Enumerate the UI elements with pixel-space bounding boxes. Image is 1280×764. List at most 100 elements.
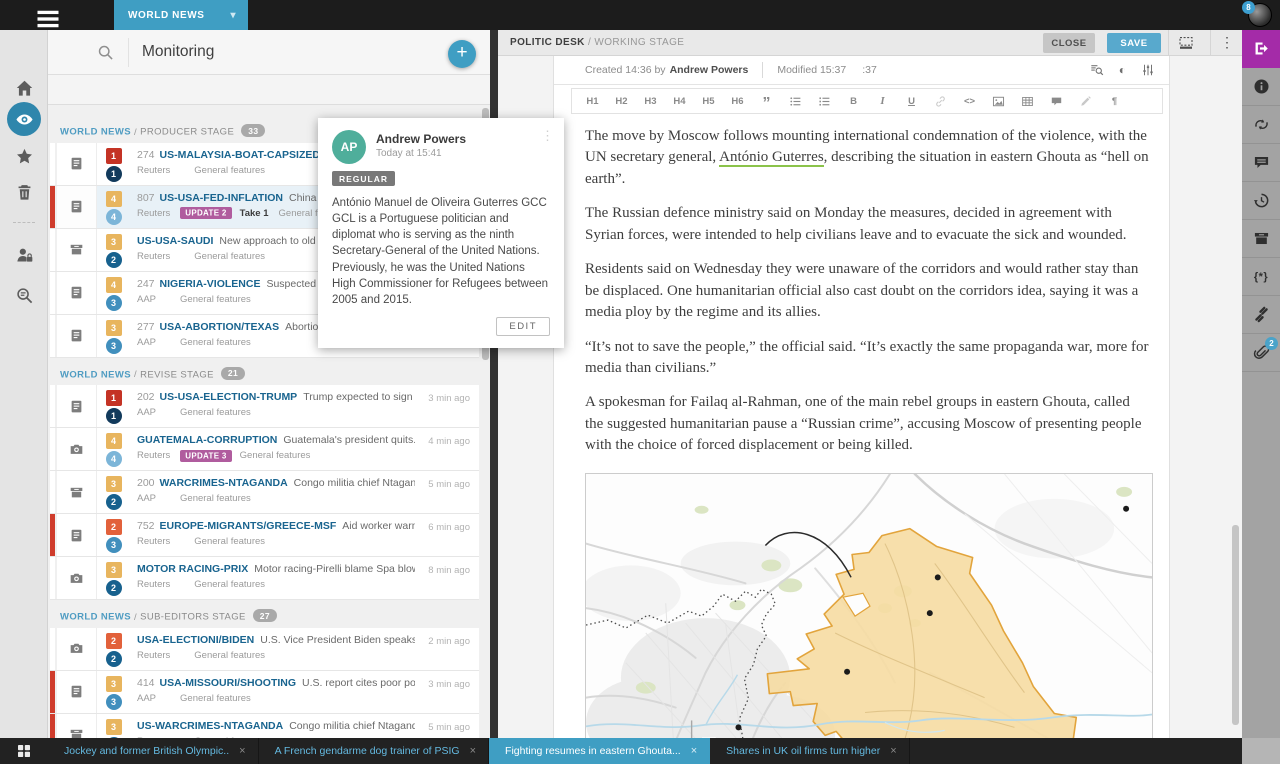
group-separator: / bbox=[134, 127, 137, 138]
monitoring-item[interactable]: 33414USA-MISSOURI/SHOOTINGU.S. report ci… bbox=[50, 671, 479, 714]
add-content-button[interactable]: + bbox=[448, 40, 476, 68]
right-rail-footer bbox=[1242, 738, 1280, 764]
sidebar-item-personal-space[interactable] bbox=[0, 238, 48, 272]
item-number: 274 bbox=[137, 149, 155, 161]
send-to-button[interactable] bbox=[1242, 30, 1280, 68]
open-article-tab[interactable]: A French gendarme dog trainer of PSIG × bbox=[259, 738, 489, 764]
item-time: 3 min ago bbox=[428, 679, 470, 690]
tab-label: A French gendarme dog trainer of PSIG bbox=[275, 745, 460, 757]
close-icon[interactable]: × bbox=[470, 745, 476, 757]
sidebar-item-spike[interactable] bbox=[0, 175, 48, 209]
monitoring-item[interactable]: 23752EUROPE-MIGRANTS/GREECE-MSFAid worke… bbox=[50, 514, 479, 557]
toolbar-ordered-list-icon-button[interactable] bbox=[810, 89, 839, 113]
monitoring-item[interactable]: 22USA-ELECTIONI/BIDENU.S. Vice President… bbox=[50, 628, 479, 671]
workspace-selector[interactable]: WORLD NEWS ▾ bbox=[114, 0, 248, 30]
toolbar-italic-button[interactable]: I bbox=[868, 89, 897, 113]
monitoring-item[interactable]: 44GUATEMALA-CORRUPTIONGuatemala's presid… bbox=[50, 428, 479, 471]
item-headline: Motor racing-Pirelli blame Spa blow... bbox=[254, 563, 415, 575]
preferences-sliders-icon[interactable] bbox=[1141, 63, 1155, 77]
update-badge: UPDATE 2 bbox=[180, 207, 231, 219]
stage-group-header[interactable]: WORLD NEWS/SUB-EDITORS STAGE27 bbox=[60, 609, 483, 623]
attachments-button[interactable]: 2 bbox=[1242, 334, 1280, 372]
urgency-badge: 3 bbox=[106, 234, 122, 250]
item-slug: US-USA-ELECTION-TRUMP bbox=[160, 391, 298, 403]
toolbar-h5-button[interactable]: H5 bbox=[694, 89, 723, 113]
monitoring-header: Monitoring bbox=[48, 30, 490, 75]
history-icon bbox=[1253, 192, 1270, 209]
kebab-menu-icon[interactable]: ⋮ bbox=[1220, 34, 1234, 51]
item-genre: General features bbox=[194, 165, 265, 176]
toolbar-h6-button[interactable]: H6 bbox=[723, 89, 752, 113]
priority-badge: 2 bbox=[106, 494, 122, 510]
search-content-icon bbox=[15, 286, 34, 305]
article-body[interactable]: The move by Moscow follows mounting inte… bbox=[585, 126, 1151, 457]
toolbar-unordered-list-icon-button[interactable] bbox=[781, 89, 810, 113]
edit-button[interactable]: EDIT bbox=[496, 317, 550, 336]
theme-contrast-icon[interactable]: ◐ bbox=[1119, 63, 1126, 77]
toolbar-link-icon-button[interactable] bbox=[926, 89, 955, 113]
history-button[interactable] bbox=[1242, 182, 1280, 220]
toolbar-h2-button[interactable]: H2 bbox=[607, 89, 636, 113]
sidebar-item-highlights[interactable] bbox=[0, 139, 48, 173]
close-button[interactable]: CLOSE bbox=[1043, 33, 1095, 53]
item-slug: USA-ABORTION/TEXAS bbox=[160, 321, 280, 333]
toolbar-paragraph-mark-button[interactable]: ¶ bbox=[1100, 89, 1129, 113]
macros-button[interactable]: {*} bbox=[1242, 258, 1280, 296]
stage-group-header[interactable]: WORLD NEWS/REVISE STAGE21 bbox=[60, 367, 483, 381]
item-meta: 11 bbox=[97, 143, 130, 185]
item-content: 752EUROPE-MIGRANTS/GREECE-MSFAid worker … bbox=[130, 514, 479, 556]
toolbar-image-icon-button[interactable] bbox=[984, 89, 1013, 113]
breadcrumb: POLITIC DESK / WORKING STAGE bbox=[510, 37, 684, 48]
comments-button[interactable] bbox=[1242, 144, 1280, 182]
monitoring-item[interactable]: 11202US-USA-ELECTION-TRUMPTrump expected… bbox=[50, 385, 479, 428]
toolbar-embed-code-button[interactable]: <> bbox=[955, 89, 984, 113]
close-icon[interactable]: × bbox=[239, 745, 245, 757]
packages-button[interactable] bbox=[1242, 220, 1280, 258]
toolbar-table-icon-button[interactable] bbox=[1013, 89, 1042, 113]
item-genre: General features bbox=[194, 579, 265, 590]
top-bar: WORLD NEWS ▾ 8 bbox=[0, 0, 1280, 30]
sidebar-item-monitoring[interactable] bbox=[0, 102, 48, 136]
kebab-menu-icon[interactable]: ⋮ bbox=[541, 128, 554, 144]
monitoring-item[interactable]: 32US-WARCRIMES-NTAGANDACongo militia chi… bbox=[50, 714, 479, 739]
eye-icon bbox=[7, 102, 41, 136]
editor-scrollbar[interactable] bbox=[1232, 525, 1239, 725]
item-genre: General features bbox=[194, 536, 265, 547]
urgency-badge: 4 bbox=[106, 277, 122, 293]
find-replace-icon[interactable] bbox=[1090, 63, 1104, 77]
priority-badge: 4 bbox=[106, 451, 122, 467]
toolbar-blockquote-button[interactable]: ” bbox=[752, 89, 781, 113]
toolbar-comment-icon-button[interactable] bbox=[1042, 89, 1071, 113]
item-headline: Guatemala's president quits. bbox=[283, 434, 415, 446]
info-button[interactable] bbox=[1242, 68, 1280, 106]
open-article-tab[interactable]: Fighting resumes in eastern Ghouta...× bbox=[489, 738, 710, 764]
sidebar-item-global-search[interactable] bbox=[0, 278, 48, 312]
item-content: MOTOR RACING-PRIXMotor racing-Pirelli bl… bbox=[130, 557, 479, 599]
toolbar-h4-button[interactable]: H4 bbox=[665, 89, 694, 113]
toolbar-underline-button[interactable]: U bbox=[897, 89, 926, 113]
toolbar-annotate-icon-button[interactable] bbox=[1071, 89, 1100, 113]
search-icon[interactable] bbox=[97, 44, 114, 61]
open-article-tab[interactable]: Shares in UK oil firms turn higher× bbox=[710, 738, 910, 764]
toolbar-h1-button[interactable]: H1 bbox=[578, 89, 607, 113]
separator bbox=[1210, 30, 1211, 56]
tab-label: Jockey and former British Olympic.. bbox=[64, 745, 229, 757]
modified-secondary: :37 bbox=[862, 64, 877, 76]
unlink-button[interactable] bbox=[1242, 296, 1280, 334]
save-button[interactable]: SAVE bbox=[1107, 33, 1161, 53]
monitoring-item[interactable]: 32MOTOR RACING-PRIXMotor racing-Pirelli … bbox=[50, 557, 479, 600]
workspace-grid-icon[interactable] bbox=[0, 738, 48, 764]
annotated-text[interactable]: António Guterres bbox=[719, 149, 824, 167]
close-icon[interactable]: × bbox=[691, 745, 697, 757]
suggestions-button[interactable] bbox=[1242, 106, 1280, 144]
close-icon[interactable]: × bbox=[890, 745, 896, 757]
open-article-tab[interactable]: Jockey and former British Olympic.. × bbox=[48, 738, 259, 764]
sidebar-item-home[interactable] bbox=[0, 71, 48, 105]
hamburger-menu-icon[interactable] bbox=[36, 7, 60, 23]
toolbar-h3-button[interactable]: H3 bbox=[636, 89, 665, 113]
toolbar-bold-button[interactable]: B bbox=[839, 89, 868, 113]
map-image[interactable] bbox=[585, 473, 1153, 738]
article-meta-row: Created 14:36 by Andrew Powers Modified … bbox=[554, 56, 1169, 85]
minimize-to-strip-icon[interactable] bbox=[1178, 35, 1194, 51]
monitoring-item[interactable]: 32200WARCRIMES-NTAGANDACongo militia chi… bbox=[50, 471, 479, 514]
